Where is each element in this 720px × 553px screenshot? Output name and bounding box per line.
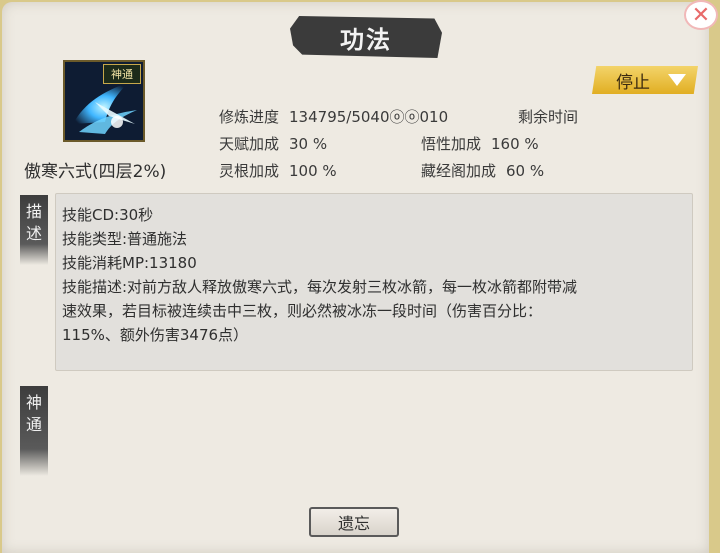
page-title: 功法 (340, 25, 392, 54)
skill-type-badge: 神通 (103, 64, 141, 84)
skill-description-line-3: 115%、额外伤害3476点） (62, 326, 249, 344)
library-stat: 藏经阁加成 60 % (421, 160, 544, 181)
stop-button[interactable]: 停止 (592, 66, 698, 94)
skill-mp-cost: 技能消耗MP:13180 (62, 254, 197, 272)
library-label: 藏经阁加成 (421, 162, 497, 180)
progress-value: 134795/5040ⓞⓞ010 (289, 108, 449, 126)
skill-description-line-2: 速效果，若目标被连续击中三枚，则必然被冰冻一段时间（伤害百分比： (62, 302, 543, 320)
tab-divine[interactable]: 神通 (20, 386, 48, 476)
library-value: 60 % (506, 162, 545, 180)
title-banner: 功法 (290, 16, 442, 58)
dropdown-arrow-icon (668, 74, 686, 86)
tab-describe[interactable]: 描述 (20, 195, 48, 265)
tab-describe-label: 描述 (25, 202, 42, 243)
skill-description-box: 技能CD:30秒 技能类型:普通施法 技能消耗MP:13180 技能描述:对前方… (55, 193, 693, 371)
skill-type: 技能类型:普通施法 (62, 230, 188, 248)
comprehension-label: 悟性加成 (421, 135, 482, 153)
root-label: 灵根加成 (219, 162, 280, 180)
close-icon[interactable]: ✕ (684, 0, 718, 30)
skill-name: 傲寒六式(四层2%) (24, 162, 167, 182)
remaining-time-label: 剩余时间 (518, 108, 579, 126)
ice-arrow-skill-icon: 神通 (63, 60, 145, 142)
progress-stat: 修炼进度 134795/5040ⓞⓞ010 (219, 106, 448, 127)
talent-label: 天赋加成 (219, 135, 280, 153)
tab-divine-label: 神通 (25, 393, 42, 434)
forget-button[interactable]: 遗忘 (309, 507, 399, 537)
progress-label: 修炼进度 (219, 108, 280, 126)
root-value: 100 % (289, 162, 337, 180)
stop-button-label: 停止 (616, 72, 650, 93)
talent-value: 30 % (289, 135, 328, 153)
talent-stat: 天赋加成 30 % (219, 133, 327, 154)
root-stat: 灵根加成 100 % (219, 160, 337, 181)
skill-description-line-1: 技能描述:对前方敌人释放傲寒六式，每次发射三枚冰箭，每一枚冰箭都附带减 (62, 278, 578, 296)
comprehension-value: 160 % (491, 135, 539, 153)
skill-panel: 功法 停止 神通 傲寒六式(四层2%) 修炼进度 134795/5040ⓞⓞ010 (2, 2, 709, 553)
skill-cd: 技能CD:30秒 (62, 206, 154, 224)
remaining-time-stat: 剩余时间 (518, 106, 588, 127)
comprehension-stat: 悟性加成 160 % (421, 133, 539, 154)
